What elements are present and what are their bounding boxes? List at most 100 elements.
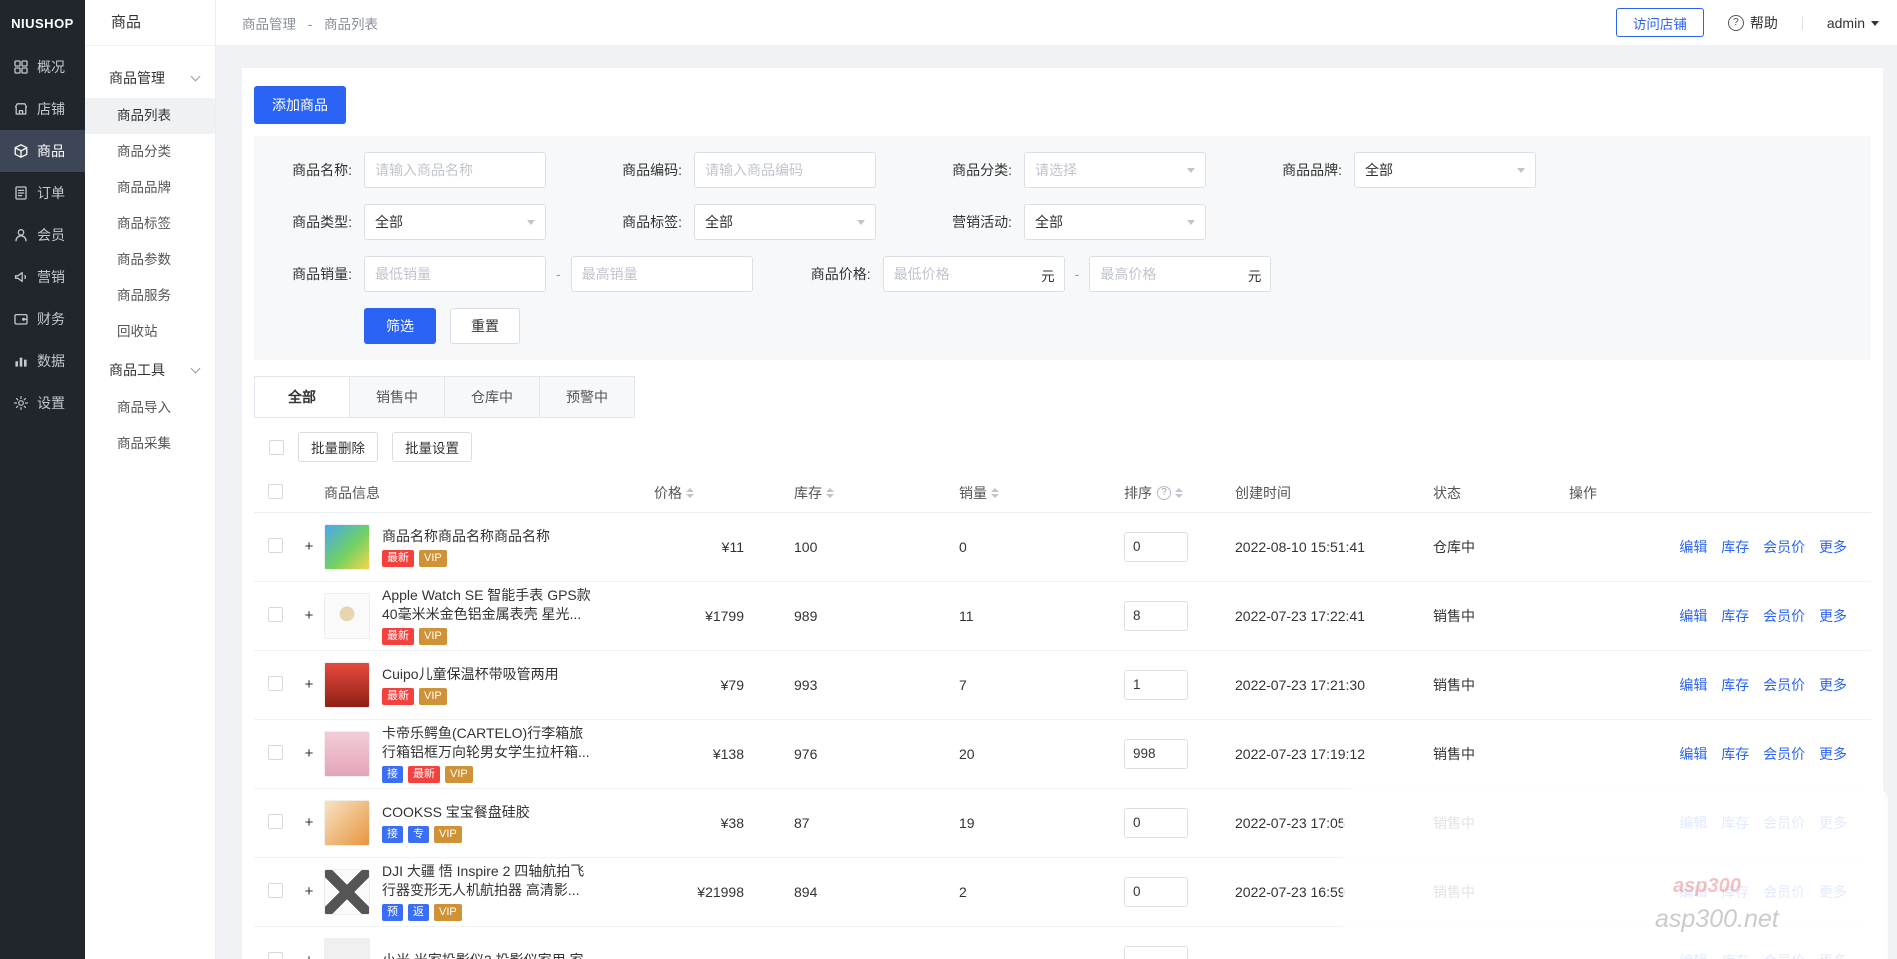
caret-down-icon [1871,21,1879,26]
user-menu[interactable]: admin [1827,15,1879,31]
sidebar-item-data[interactable]: 数据 [0,340,85,382]
row-checkbox[interactable] [268,607,283,622]
stock-cell: 993 [754,650,904,719]
stock-link[interactable]: 库存 [1721,608,1749,624]
sidebar-item-marketing[interactable]: 营销 [0,256,85,298]
stock-link[interactable]: 库存 [1721,539,1749,555]
sort-toggle-sales[interactable] [991,488,999,498]
category-select[interactable]: 请选择 [1024,152,1206,188]
visit-shop-button[interactable]: 访问店铺 [1616,8,1704,37]
product-thumbnail [324,938,370,959]
row-expand-button[interactable]: + [305,607,314,624]
submenu-item-goods-params[interactable]: 商品参数 [85,242,215,278]
submenu-item-goods-category[interactable]: 商品分类 [85,134,215,170]
sort-toggle-sort[interactable] [1175,488,1183,498]
sidebar-item-goods[interactable]: 商品 [0,130,85,172]
sort-input[interactable] [1124,532,1188,562]
submenu-item-goods-list[interactable]: 商品列表 [85,98,215,134]
row-checkbox[interactable] [268,676,283,691]
select-all-checkbox[interactable] [268,484,283,499]
sort-toggle-price[interactable] [686,488,694,498]
min-sales-input[interactable] [364,256,546,292]
edit-link[interactable]: 编辑 [1679,539,1707,555]
bulk-settings-button[interactable]: 批量设置 [392,432,472,462]
stock-link[interactable]: 库存 [1721,746,1749,762]
submenu-item-goods-collect[interactable]: 商品采集 [85,426,215,462]
row-expand-button[interactable]: + [305,952,314,959]
sales-cell: 7 [904,650,1069,719]
edit-link[interactable]: 编辑 [1679,746,1707,762]
more-link[interactable]: 更多 [1819,608,1847,624]
more-link[interactable]: 更多 [1819,746,1847,762]
min-price-input[interactable] [883,256,1065,292]
type-select[interactable]: 全部 [364,204,546,240]
more-link[interactable]: 更多 [1819,677,1847,693]
sort-toggle-stock[interactable] [826,488,834,498]
submenu-group-label: 商品工具 [109,360,165,380]
submenu-item-label: 商品列表 [117,108,171,123]
sidebar-item-members[interactable]: 会员 [0,214,85,256]
sort-input[interactable] [1124,739,1188,769]
select-value: 全部 [705,212,733,232]
tab-label: 销售中 [376,387,418,407]
tab-in-warehouse[interactable]: 仓库中 [444,376,540,418]
submenu-group-goods-tools[interactable]: 商品工具 [85,350,215,390]
sidebar-item-finance[interactable]: 财务 [0,298,85,340]
edit-link[interactable]: 编辑 [1679,677,1707,693]
edit-link[interactable]: 编辑 [1679,608,1707,624]
product-code-input[interactable] [694,152,876,188]
member-price-link[interactable]: 会员价 [1763,746,1805,762]
sort-input[interactable] [1124,877,1188,907]
tab-selling[interactable]: 销售中 [349,376,445,418]
filter-submit-button[interactable]: 筛选 [364,308,436,344]
row-checkbox[interactable] [268,745,283,760]
sidebar-item-shop[interactable]: 店铺 [0,88,85,130]
tab-warning[interactable]: 预警中 [539,376,635,418]
help-button[interactable]: ? 帮助 [1728,13,1778,33]
main-sidebar: NIUSHOP 概况 店铺 商品 订单 会员 营销 财务 数据 设置 [0,0,85,959]
brand-select[interactable]: 全部 [1354,152,1536,188]
sidebar-item-overview[interactable]: 概况 [0,46,85,88]
header-created: 创建时间 [1199,474,1399,512]
submenu-item-goods-import[interactable]: 商品导入 [85,390,215,426]
stock-cell: 894 [754,857,904,926]
watermark-overlay: asp300 asp300.net [1343,787,1888,959]
sort-input[interactable] [1124,670,1188,700]
tag-select[interactable]: 全部 [694,204,876,240]
tab-all[interactable]: 全部 [254,376,350,418]
sort-input[interactable] [1124,601,1188,631]
row-expand-button[interactable]: + [305,883,314,900]
activity-select[interactable]: 全部 [1024,204,1206,240]
row-expand-button[interactable]: + [305,676,314,693]
member-price-link[interactable]: 会员价 [1763,677,1805,693]
select-all-checkbox[interactable] [269,440,284,455]
sidebar-item-settings[interactable]: 设置 [0,382,85,424]
row-expand-button[interactable]: + [305,745,314,762]
stock-link[interactable]: 库存 [1721,677,1749,693]
sort-input[interactable] [1124,946,1188,959]
more-link[interactable]: 更多 [1819,539,1847,555]
row-expand-button[interactable]: + [305,538,314,555]
row-expand-button[interactable]: + [305,814,314,831]
submenu-group-goods-manage[interactable]: 商品管理 [85,58,215,98]
submenu-item-goods-service[interactable]: 商品服务 [85,278,215,314]
sidebar-item-orders[interactable]: 订单 [0,172,85,214]
submenu-item-goods-label[interactable]: 商品标签 [85,206,215,242]
member-price-link[interactable]: 会员价 [1763,608,1805,624]
row-checkbox[interactable] [268,814,283,829]
submenu-item-goods-brand[interactable]: 商品品牌 [85,170,215,206]
max-sales-input[interactable] [571,256,753,292]
member-price-link[interactable]: 会员价 [1763,539,1805,555]
bulk-delete-button[interactable]: 批量删除 [298,432,378,462]
product-name-input[interactable] [364,152,546,188]
submenu-item-recycle-bin[interactable]: 回收站 [85,314,215,350]
product-name-line2: 40毫米米金色铝金属表壳 星光... [382,605,591,624]
max-price-input[interactable] [1089,256,1271,292]
add-product-button[interactable]: 添加商品 [254,86,346,124]
sort-input[interactable] [1124,808,1188,838]
row-checkbox[interactable] [268,538,283,553]
row-checkbox[interactable] [268,883,283,898]
filter-reset-button[interactable]: 重置 [450,308,520,344]
row-checkbox[interactable] [268,952,283,959]
select-value: 全部 [1035,212,1063,232]
